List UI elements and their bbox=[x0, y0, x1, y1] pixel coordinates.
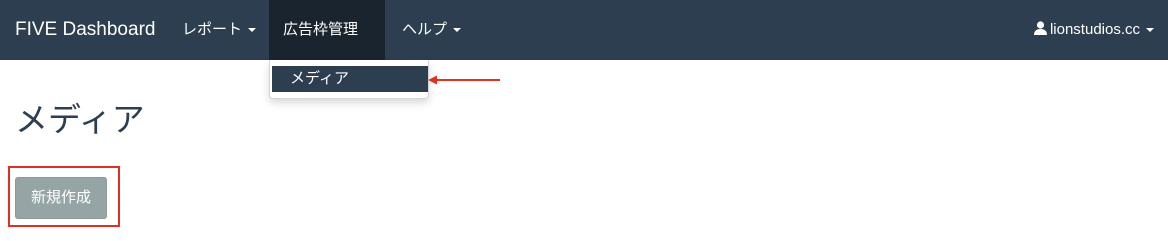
caret-down-icon bbox=[1146, 28, 1154, 33]
top-navbar: FIVE Dashboard レポート 広告枠管理 ヘルプ lionstudio… bbox=[0, 0, 1168, 93]
nav-menu-report[interactable]: レポート bbox=[168, 0, 270, 60]
create-new-button[interactable]: 新規作成 bbox=[15, 177, 107, 219]
nav-menu-label: ヘルプ bbox=[402, 21, 448, 38]
user-menu[interactable]: lionstudios.cc bbox=[1033, 0, 1154, 60]
nav-menu-ad-slot-management[interactable]: 広告枠管理 bbox=[269, 0, 385, 93]
annotation-arrow-icon bbox=[428, 75, 500, 85]
dropdown-item-media[interactable]: メディア bbox=[272, 66, 428, 92]
nav-menu-help[interactable]: ヘルプ bbox=[388, 0, 475, 60]
user-name: lionstudios.cc bbox=[1049, 21, 1140, 38]
caret-down-icon bbox=[453, 28, 462, 33]
user-icon bbox=[1033, 21, 1047, 35]
nav-menu-label: レポート bbox=[182, 21, 243, 38]
ad-slot-dropdown-menu: メディア bbox=[269, 60, 429, 99]
nav-menu-label: 広告枠管理 bbox=[283, 21, 359, 38]
caret-down-icon bbox=[248, 28, 257, 33]
page-title: メディア bbox=[15, 101, 145, 138]
brand-link[interactable]: FIVE Dashboard bbox=[15, 0, 155, 60]
